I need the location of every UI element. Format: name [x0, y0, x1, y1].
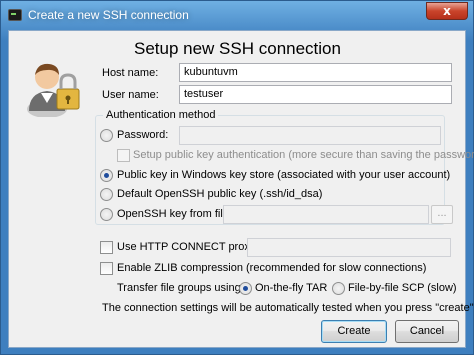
- openssh-file-input[interactable]: [223, 205, 429, 224]
- terminal-icon: [8, 9, 22, 21]
- password-input[interactable]: [179, 126, 441, 145]
- dialog-body: Setup new SSH connection Host name: kubu…: [8, 30, 474, 348]
- http-proxy-checkbox[interactable]: [100, 241, 113, 254]
- windows-keystore-radio[interactable]: [100, 169, 113, 182]
- password-radio[interactable]: [100, 129, 113, 142]
- http-proxy-input[interactable]: [247, 238, 451, 257]
- test-note: The connection settings will be automati…: [102, 302, 474, 314]
- setup-pubkey-label: Setup public key authentication (more se…: [133, 149, 474, 161]
- windows-keystore-label: Public key in Windows key store (associa…: [117, 169, 451, 181]
- zlib-checkbox[interactable]: [100, 262, 113, 275]
- host-input[interactable]: kubuntuvm: [179, 63, 452, 82]
- window-title: Create a new SSH connection: [28, 8, 189, 22]
- ssh-connection-dialog: Create a new SSH connection x Setup new …: [0, 0, 474, 355]
- transfer-scp-radio[interactable]: [332, 282, 345, 295]
- create-button[interactable]: Create: [321, 320, 387, 343]
- openssh-file-radio[interactable]: [100, 208, 113, 221]
- user-input[interactable]: testuser: [179, 85, 452, 104]
- cancel-button[interactable]: Cancel: [395, 320, 459, 343]
- user-lock-icon: [27, 63, 80, 117]
- transfer-label: Transfer file groups using:: [117, 282, 244, 294]
- transfer-tar-radio[interactable]: [239, 282, 252, 295]
- transfer-tar-label: On-the-fly TAR: [255, 282, 328, 294]
- user-label: User name:: [102, 89, 159, 101]
- dialog-heading: Setup new SSH connection: [134, 39, 341, 58]
- password-label: Password:: [117, 129, 169, 141]
- default-openssh-label: Default OpenSSH public key (.ssh/id_dsa): [117, 188, 323, 200]
- host-label: Host name:: [102, 67, 159, 79]
- auth-legend: Authentication method: [103, 109, 219, 121]
- zlib-label: Enable ZLIB compression (recommended for…: [117, 262, 427, 274]
- browse-key-button[interactable]: ...: [431, 205, 453, 224]
- openssh-file-label: OpenSSH key from file:: [117, 208, 232, 220]
- transfer-scp-label: File-by-file SCP (slow): [348, 282, 457, 294]
- title-bar: Create a new SSH connection x: [1, 1, 473, 29]
- default-openssh-radio[interactable]: [100, 188, 113, 201]
- setup-pubkey-checkbox[interactable]: [117, 149, 130, 162]
- http-proxy-label: Use HTTP CONNECT proxy:: [117, 241, 259, 253]
- close-button[interactable]: x: [426, 2, 468, 20]
